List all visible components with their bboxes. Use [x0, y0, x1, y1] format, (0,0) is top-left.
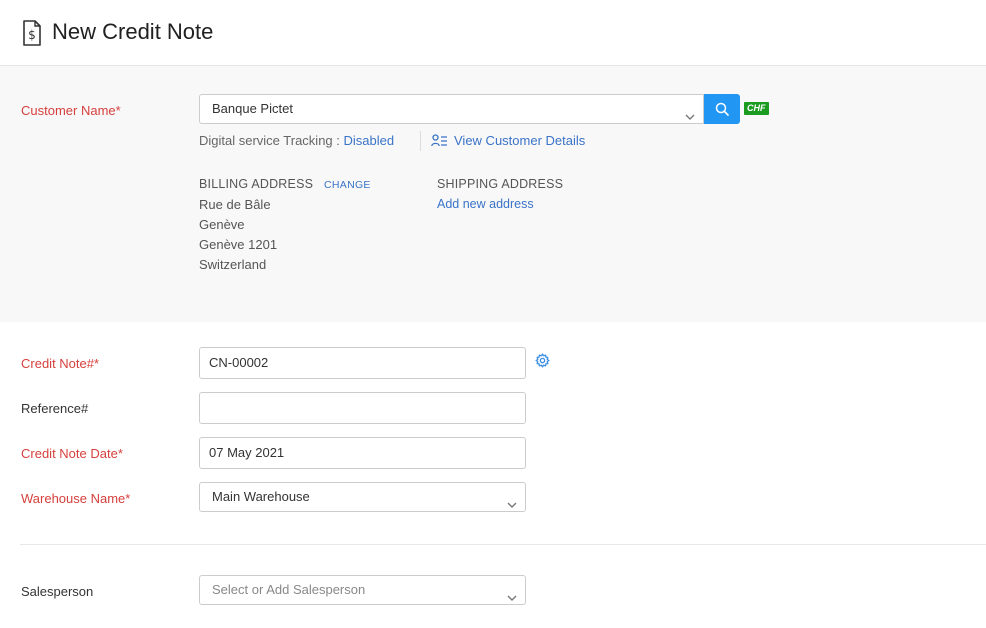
- credit-note-date-value: 07 May 2021: [209, 445, 285, 460]
- credit-note-number-input[interactable]: CN-00002: [199, 347, 526, 379]
- currency-badge: CHF: [744, 102, 769, 115]
- reference-label: Reference#: [21, 401, 89, 416]
- chevron-down-icon: [507, 492, 517, 508]
- vertical-divider: [420, 131, 421, 151]
- credit-note-doc-icon: $: [22, 20, 42, 46]
- credit-note-number-value: CN-00002: [209, 355, 269, 370]
- credit-note-date-label: Credit Note Date*: [21, 446, 123, 461]
- salesperson-placeholder: Select or Add Salesperson: [212, 582, 366, 597]
- change-billing-address-link[interactable]: CHANGE: [324, 179, 371, 191]
- billing-address-line: Genève 1201: [199, 237, 278, 252]
- section-divider: [20, 544, 986, 545]
- warehouse-name-label: Warehouse Name*: [21, 491, 131, 506]
- view-customer-details-link[interactable]: View Customer Details: [431, 133, 585, 148]
- tracking-value-link[interactable]: Disabled: [344, 133, 395, 148]
- warehouse-name-value: Main Warehouse: [212, 489, 310, 504]
- tracking-label: Digital service Tracking :: [199, 133, 344, 148]
- page-title: New Credit Note: [52, 19, 214, 44]
- salesperson-label: Salesperson: [21, 584, 94, 599]
- credit-note-number-label: Credit Note#*: [21, 356, 100, 371]
- billing-address-heading: BILLING ADDRESS: [199, 177, 314, 191]
- svg-text:$: $: [28, 28, 36, 42]
- billing-address-line: Genève: [199, 217, 245, 232]
- customer-search-button[interactable]: [704, 94, 740, 124]
- view-customer-details-label: View Customer Details: [454, 133, 586, 148]
- add-new-address-link[interactable]: Add new address: [437, 197, 534, 211]
- chevron-down-icon: [507, 585, 517, 601]
- customer-name-select[interactable]: Banque Pictet: [199, 94, 704, 124]
- page-header: $ New Credit Note: [0, 0, 986, 66]
- chevron-down-icon: [685, 104, 695, 120]
- customer-name-label: Customer Name*: [21, 103, 121, 118]
- credit-note-date-input[interactable]: 07 May 2021: [199, 437, 526, 469]
- warehouse-name-select[interactable]: Main Warehouse: [199, 482, 526, 512]
- gear-icon[interactable]: [535, 353, 550, 373]
- customer-name-value: Banque Pictet: [212, 101, 293, 116]
- reference-input[interactable]: [199, 392, 526, 424]
- shipping-address-heading: SHIPPING ADDRESS: [437, 177, 564, 191]
- billing-address-line: Switzerland: [199, 257, 267, 272]
- customer-details-icon: [431, 134, 447, 147]
- salesperson-select[interactable]: Select or Add Salesperson: [199, 575, 526, 605]
- digital-tracking-status: Digital service Tracking : Disabled: [199, 133, 394, 148]
- search-icon: [715, 102, 729, 116]
- billing-address-line: Rue de Bâle: [199, 197, 271, 212]
